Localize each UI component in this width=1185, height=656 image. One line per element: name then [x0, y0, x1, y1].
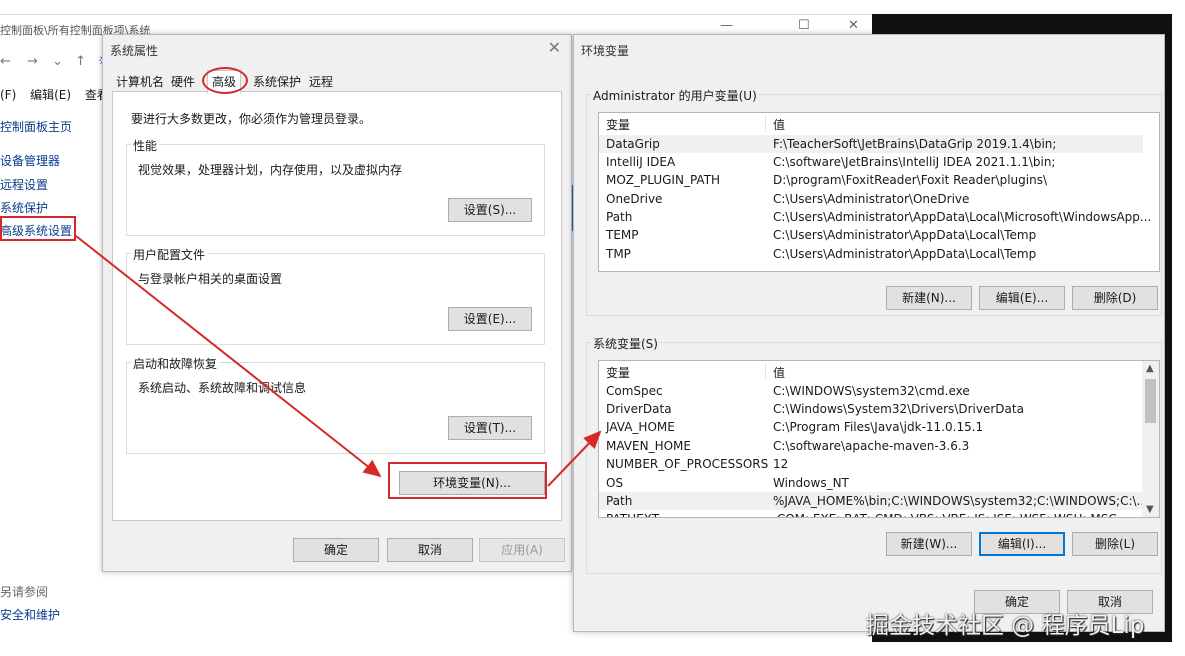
annotation-arrow-to-env-button: [75, 235, 382, 478]
watermark: 掘金技术社区 @ 程序员Lip: [866, 613, 1145, 639]
annotation-arrows: [75, 235, 602, 487]
annotation-arrow-to-system-vars: [547, 430, 602, 487]
